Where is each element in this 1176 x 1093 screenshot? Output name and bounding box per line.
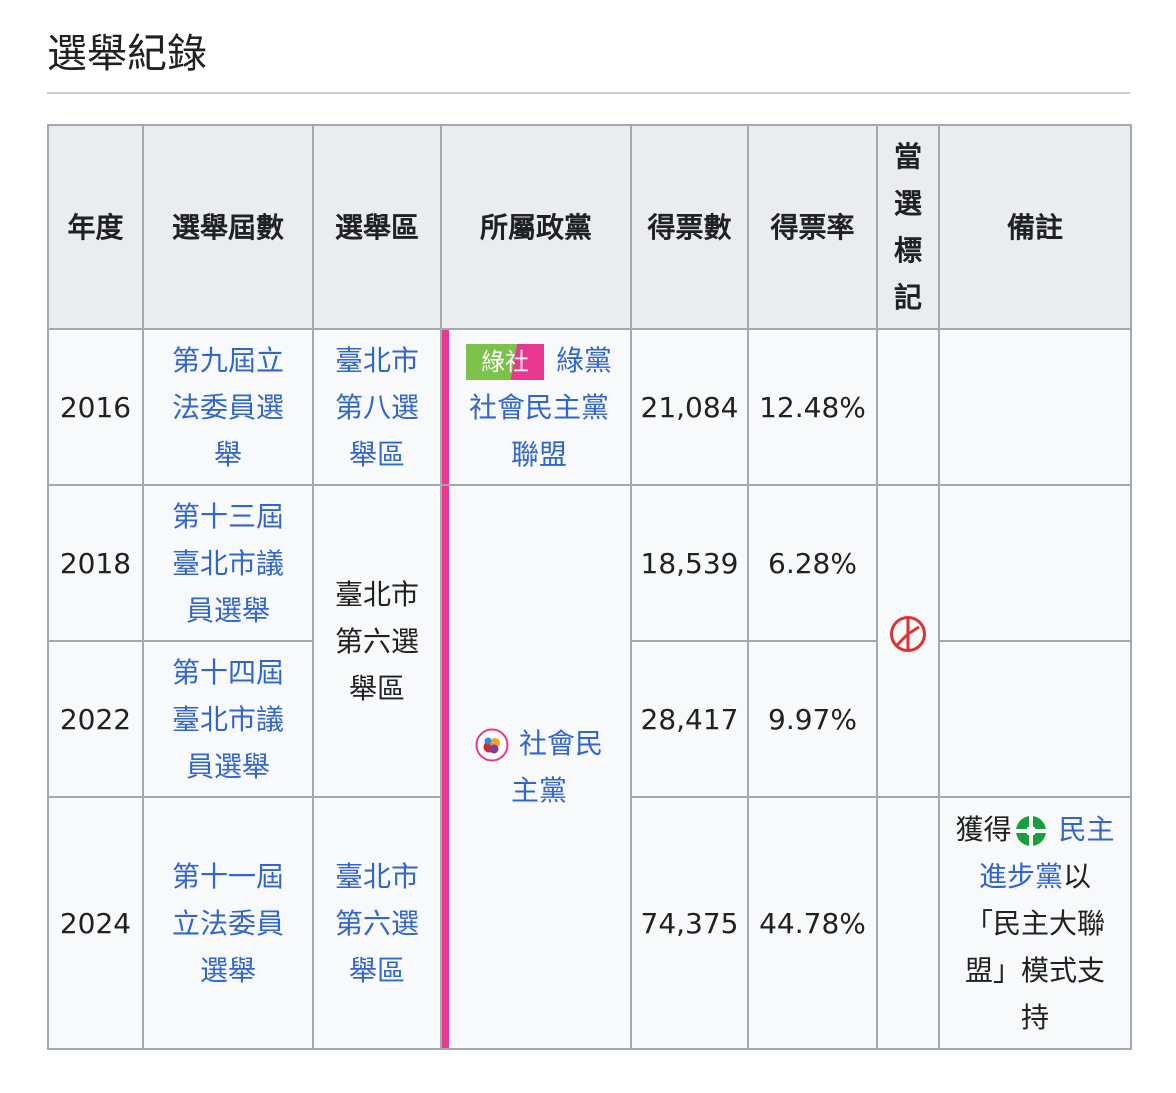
dpp-link[interactable]: 民主 <box>1058 813 1114 846</box>
election-link-line: 臺北市議 <box>171 702 284 736</box>
note-text: 獲得 <box>955 812 1012 846</box>
election-cell: 第十三屆 臺北市議 員選舉 <box>142 484 314 642</box>
election-link-line: 員選舉 <box>185 749 270 783</box>
notes-cell <box>938 484 1132 642</box>
note-text: 「民主大聯 <box>964 906 1105 940</box>
election-link-line: 臺北市議 <box>171 546 284 580</box>
section-divider <box>47 92 1130 94</box>
district-link-line: 臺北市 <box>334 859 419 893</box>
table-row: 2018 第十三屆 臺北市議 員選舉 臺北市 第六選 舉區 社會民 主黨 18,… <box>47 484 1132 1050</box>
election-link-line: 第十四屆 <box>171 655 284 689</box>
year-cell: 2024 <box>47 796 144 1050</box>
rate-cell: 12.48% <box>747 328 878 486</box>
header-elected[interactable]: 當 選 標 記 <box>876 124 940 330</box>
year-cell: 2016 <box>47 328 144 486</box>
header-notes[interactable]: 備註 <box>938 124 1132 330</box>
party-link[interactable]: 綠黨 <box>556 344 612 377</box>
election-link-line: 選舉 <box>199 953 256 987</box>
election-link-line: 第十三屆 <box>171 499 284 533</box>
election-link-line: 員選舉 <box>185 593 270 627</box>
district-line: 第六選 <box>334 624 419 658</box>
rate-cell: 9.97% <box>747 640 878 798</box>
notes-cell: 獲得 民主 進步黨以 「民主大聯 盟」模式支 持 <box>938 796 1132 1050</box>
header-elected-char: 當 <box>893 140 922 173</box>
year-cell: 2018 <box>47 484 144 642</box>
election-link-line: 第十一屆 <box>171 859 284 893</box>
elected-cell <box>876 796 940 1050</box>
votes-cell: 28,417 <box>630 640 749 798</box>
district-link[interactable]: 臺北市 第六選 舉區 <box>320 853 434 994</box>
party-link[interactable]: 社會民 <box>519 727 603 760</box>
election-link-line: 法委員選 <box>171 390 284 424</box>
header-elected-char: 記 <box>893 281 922 314</box>
note-text: 持 <box>1020 1000 1049 1034</box>
votes-cell: 21,084 <box>630 328 749 486</box>
header-district[interactable]: 選舉區 <box>312 124 442 330</box>
header-elected-char: 標 <box>893 234 922 267</box>
election-link-line: 舉 <box>213 437 242 471</box>
dpp-link[interactable]: 進步黨 <box>979 860 1063 893</box>
notes-cell <box>938 328 1132 486</box>
header-row: 年度 選舉屆數 選舉區 所屬政黨 得票數 得票率 當 選 標 記 備註 <box>47 124 1132 330</box>
party-cell: 社會民 主黨 <box>440 484 632 1050</box>
district-link-line: 第六選 <box>334 906 419 940</box>
note-text: 以 <box>1063 859 1092 893</box>
votes-cell: 18,539 <box>630 484 749 642</box>
header-year[interactable]: 年度 <box>47 124 144 330</box>
rate-cell: 6.28% <box>747 484 878 642</box>
election-cell: 第十四屆 臺北市議 員選舉 <box>142 640 314 798</box>
election-cell: 第十一屆 立法委員 選舉 <box>142 796 314 1050</box>
sdp-logo-icon <box>475 728 509 762</box>
election-link[interactable]: 第十三屆 臺北市議 員選舉 <box>150 493 306 634</box>
election-record-table: 年度 選舉屆數 選舉區 所屬政黨 得票數 得票率 當 選 標 記 備註 2016… <box>47 124 1132 1050</box>
election-link[interactable]: 第九屆立 法委員選 舉 <box>150 337 306 478</box>
header-elected-char: 選 <box>893 187 922 220</box>
notes-cell <box>938 640 1132 798</box>
header-party[interactable]: 所屬政黨 <box>440 124 632 330</box>
header-rate[interactable]: 得票率 <box>747 124 878 330</box>
elected-cell <box>876 328 940 486</box>
year-cell: 2022 <box>47 640 144 798</box>
rate-cell: 44.78% <box>747 796 878 1050</box>
district-link-line: 第八選 <box>334 390 419 424</box>
district-line: 臺北市 <box>334 577 419 611</box>
green-social-alliance-badge: 綠社 <box>465 343 544 380</box>
party-link[interactable]: 聯盟 <box>511 438 567 471</box>
party-link[interactable]: 主黨 <box>511 774 567 807</box>
section-title: 選舉紀錄 <box>47 31 207 77</box>
party-link[interactable]: 社會民主黨 <box>469 391 609 424</box>
election-link[interactable]: 第十四屆 臺北市議 員選舉 <box>150 649 306 790</box>
district-cell: 臺北市 第八選 舉區 <box>312 328 442 486</box>
elected-stamp-icon <box>889 615 927 653</box>
elected-cell <box>876 484 940 798</box>
district-link[interactable]: 臺北市 第八選 舉區 <box>320 337 434 478</box>
election-link[interactable]: 第十一屆 立法委員 選舉 <box>150 853 306 994</box>
district-cell: 臺北市 第六選 舉區 <box>312 484 442 798</box>
district-cell: 臺北市 第六選 舉區 <box>312 796 442 1050</box>
election-cell: 第九屆立 法委員選 舉 <box>142 328 314 486</box>
election-link-line: 立法委員 <box>171 906 284 940</box>
district-link-line: 舉區 <box>348 953 405 987</box>
district-link-line: 舉區 <box>348 437 405 471</box>
dpp-logo-icon <box>1012 812 1050 850</box>
table-row: 2016 第九屆立 法委員選 舉 臺北市 第八選 舉區 綠社 綠黨 社會民主黨 … <box>47 328 1132 486</box>
header-votes[interactable]: 得票數 <box>630 124 749 330</box>
party-cell: 綠社 綠黨 社會民主黨 聯盟 <box>440 328 632 486</box>
header-election[interactable]: 選舉屆數 <box>142 124 314 330</box>
district-line: 舉區 <box>348 671 405 705</box>
district-link-line: 臺北市 <box>334 343 419 377</box>
note-text: 盟」模式支 <box>964 953 1105 987</box>
election-link-line: 第九屆立 <box>171 343 284 377</box>
votes-cell: 74,375 <box>630 796 749 1050</box>
